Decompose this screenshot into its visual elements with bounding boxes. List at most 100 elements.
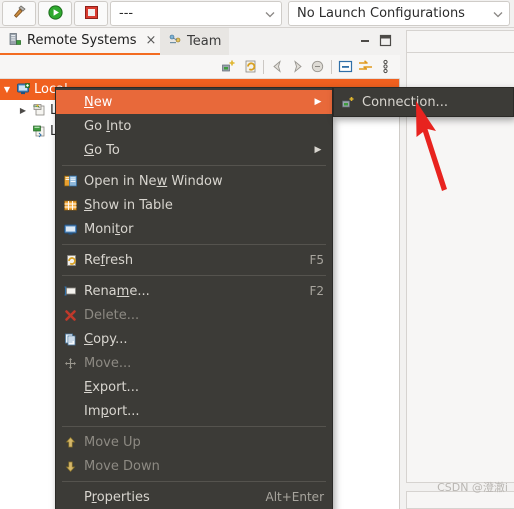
menu-item-move: Move... xyxy=(56,351,332,375)
context-menu[interactable]: New ▶ Go Into Go To ▶ Open in New Window… xyxy=(55,87,333,509)
menu-item-go-to-label: Go To xyxy=(84,142,120,158)
monitor-icon xyxy=(56,222,84,237)
collapse-all-icon[interactable] xyxy=(337,58,354,75)
back-arrow-icon[interactable] xyxy=(269,58,286,75)
forward-arrow-icon[interactable] xyxy=(289,58,306,75)
watermark-label: CSDN @澄澈i xyxy=(437,481,508,494)
move-up-icon xyxy=(56,435,84,450)
run-icon xyxy=(47,4,64,24)
menu-item-open-in-new-window[interactable]: Open in New Window xyxy=(56,169,332,193)
local-host-icon xyxy=(14,82,32,97)
tab-remote-systems-label: Remote Systems xyxy=(27,33,137,48)
menu-item-refresh[interactable]: Refresh F5 xyxy=(56,248,332,272)
stop-icon xyxy=(83,4,100,24)
copy-icon xyxy=(56,332,84,347)
menu-item-monitor-label: Monitor xyxy=(84,221,134,237)
launch-configuration-combo[interactable]: No Launch Configurations xyxy=(288,1,510,26)
menu-item-import[interactable]: Import... xyxy=(56,399,332,423)
move-icon xyxy=(56,356,84,371)
toolbar-separator xyxy=(331,59,332,74)
tab-team-label: Team xyxy=(187,34,222,49)
link-with-editor-icon[interactable] xyxy=(357,58,374,75)
twisty-expanded-icon[interactable]: ▼ xyxy=(0,85,14,94)
new-connection-icon[interactable] xyxy=(221,58,238,75)
local-shells-icon xyxy=(30,124,48,139)
menu-item-open-in-new-window-label: Open in New Window xyxy=(84,173,223,189)
menu-item-go-to[interactable]: Go To ▶ xyxy=(56,138,332,162)
menu-item-properties-label: Properties xyxy=(84,489,150,505)
editor-body[interactable] xyxy=(406,53,514,483)
menu-item-properties[interactable]: Properties Alt+Enter xyxy=(56,485,332,509)
menu-item-delete: Delete... xyxy=(56,303,332,327)
menu-item-move-up-label: Move Up xyxy=(84,434,141,450)
menu-item-connection-label: Connection... xyxy=(362,94,448,110)
menu-item-delete-label: Delete... xyxy=(84,307,140,323)
main-toolbar: --- No Launch Configurations xyxy=(0,0,514,28)
launch-target-value: --- xyxy=(119,6,134,21)
submenu-arrow-icon: ▶ xyxy=(314,97,322,107)
close-icon[interactable]: × xyxy=(146,33,157,48)
menu-item-show-in-table-label: Show in Table xyxy=(84,197,173,213)
menu-item-new[interactable]: New ▶ xyxy=(56,90,332,114)
menu-item-new-label: New xyxy=(84,94,113,110)
menu-item-properties-accel: Alt+Enter xyxy=(265,490,324,504)
home-icon[interactable] xyxy=(309,58,326,75)
refresh-icon xyxy=(56,253,84,268)
move-down-icon xyxy=(56,459,84,474)
view-window-controls xyxy=(359,34,392,50)
open-new-window-icon xyxy=(56,174,84,189)
editor-tab-strip[interactable] xyxy=(406,30,514,53)
menu-separator xyxy=(62,275,326,276)
chevron-down-icon xyxy=(263,7,277,21)
menu-item-move-down-label: Move Down xyxy=(84,458,160,474)
menu-item-show-in-table[interactable]: Show in Table xyxy=(56,193,332,217)
run-button[interactable] xyxy=(38,1,72,26)
menu-item-refresh-accel: F5 xyxy=(309,253,324,267)
show-in-table-icon xyxy=(56,198,84,213)
stop-button[interactable] xyxy=(74,1,108,26)
menu-separator xyxy=(62,426,326,427)
tab-remote-systems[interactable]: Remote Systems × xyxy=(0,28,165,55)
menu-item-rename-accel: F2 xyxy=(309,284,324,298)
view-tab-bar: Remote Systems × Team xyxy=(0,28,400,55)
chevron-down-icon xyxy=(491,7,505,21)
menu-separator xyxy=(62,244,326,245)
menu-item-refresh-label: Refresh xyxy=(84,252,134,268)
view-menu-icon[interactable] xyxy=(377,58,394,75)
menu-item-copy[interactable]: Copy... xyxy=(56,327,332,351)
menu-item-export[interactable]: Export... xyxy=(56,375,332,399)
toolbar-separator xyxy=(263,59,264,74)
new-submenu[interactable]: Connection... xyxy=(333,87,514,117)
menu-item-rename-label: Rename... xyxy=(84,283,150,299)
menu-item-go-into-label: Go Into xyxy=(84,118,132,134)
menu-item-connection[interactable]: Connection... xyxy=(334,90,513,114)
team-icon xyxy=(168,33,182,51)
menu-item-move-up: Move Up xyxy=(56,430,332,454)
menu-item-import-label: Import... xyxy=(84,403,140,419)
launch-configuration-value: No Launch Configurations xyxy=(297,6,465,21)
tab-team[interactable]: Team xyxy=(160,28,230,55)
menu-separator xyxy=(62,481,326,482)
minimize-icon[interactable] xyxy=(359,34,372,50)
menu-item-move-label: Move... xyxy=(84,355,132,371)
menu-item-move-down: Move Down xyxy=(56,454,332,478)
rename-icon xyxy=(56,284,84,299)
menu-item-rename[interactable]: Rename... F2 xyxy=(56,279,332,303)
build-button[interactable] xyxy=(2,1,36,26)
menu-separator xyxy=(62,165,326,166)
new-connection-icon xyxy=(334,95,362,110)
launch-target-combo[interactable]: --- xyxy=(110,1,282,26)
maximize-icon[interactable] xyxy=(379,34,392,50)
menu-item-copy-label: Copy... xyxy=(84,331,128,347)
menu-item-go-into[interactable]: Go Into xyxy=(56,114,332,138)
eclipse-window: --- No Launch Configurations Remote Syst… xyxy=(0,0,514,509)
view-toolbar xyxy=(0,55,400,79)
hammer-icon xyxy=(11,4,28,24)
remote-systems-icon xyxy=(8,32,22,50)
delete-icon xyxy=(56,308,84,323)
menu-item-export-label: Export... xyxy=(84,379,139,395)
menu-item-monitor[interactable]: Monitor xyxy=(56,217,332,241)
twisty-collapsed-icon[interactable]: ▶ xyxy=(16,106,30,115)
local-files-icon xyxy=(30,103,48,118)
refresh-icon[interactable] xyxy=(241,58,258,75)
